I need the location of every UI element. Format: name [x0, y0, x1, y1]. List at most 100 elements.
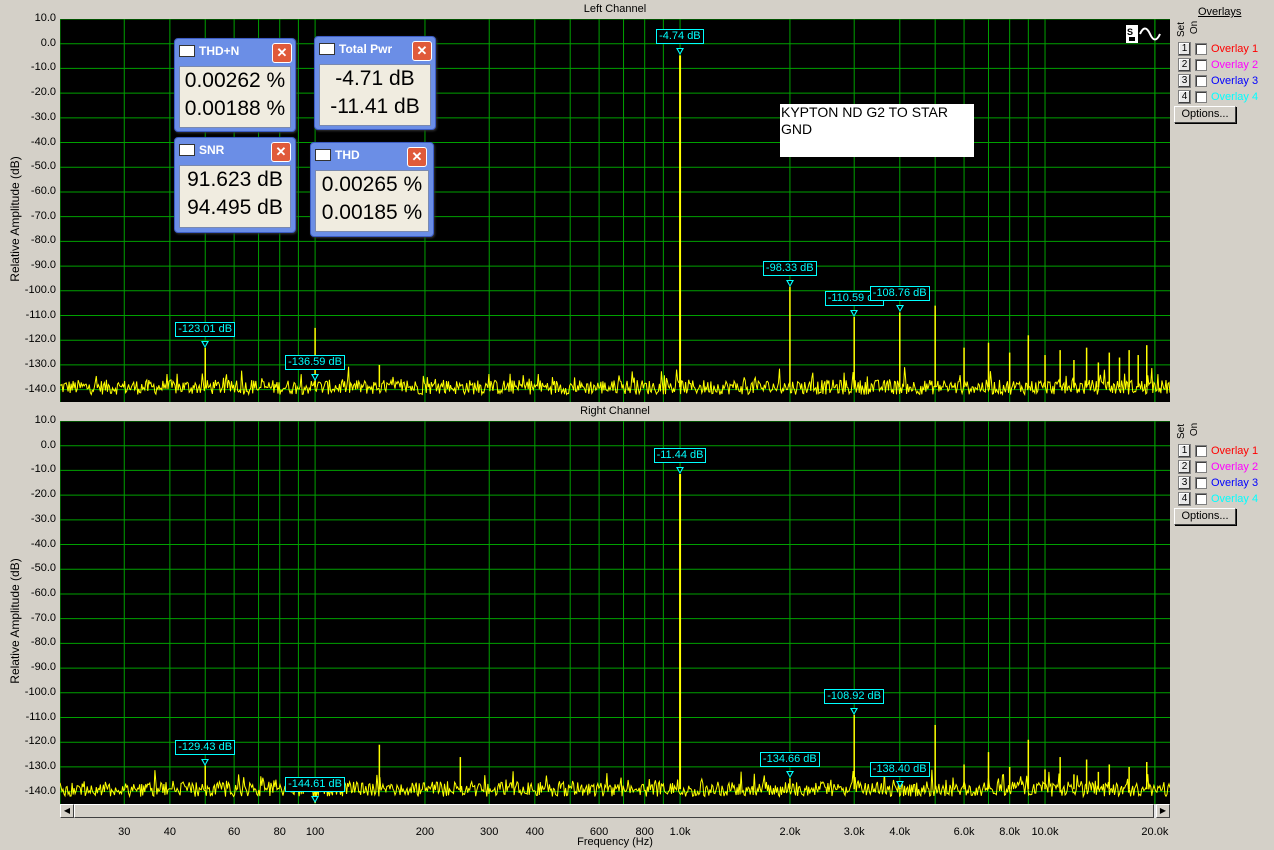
thdn-value-left: 0.00262 % — [184, 69, 286, 92]
snr-meter-values: 91.623 dB 94.495 dB — [179, 165, 291, 228]
marker-label[interactable]: -11.44 dB — [653, 447, 707, 463]
horizontal-scrollbar[interactable]: ◀ ▶ — [60, 804, 1170, 818]
y-tick-label: -130.0 — [24, 759, 56, 772]
overlay-set-button[interactable]: 4 — [1178, 491, 1191, 506]
right-channel-title: Right Channel — [580, 405, 650, 417]
close-icon[interactable]: ✕ — [407, 147, 427, 167]
overlay-set-button[interactable]: 3 — [1178, 73, 1191, 88]
y-tick-label: -10.0 — [30, 463, 56, 476]
scroll-thumb[interactable] — [74, 804, 1154, 818]
marker-label[interactable]: -98.33 dB — [762, 260, 817, 276]
thdn-meter-header: THD+N — [179, 44, 239, 58]
y-tick-label: -120.0 — [24, 735, 56, 748]
total-pwr-meter-title: Total Pwr — [339, 42, 393, 56]
overlay-row-2[interactable]: 2 Overlay 2 — [1178, 57, 1258, 72]
marker-icon[interactable] — [201, 340, 210, 348]
annotation-note[interactable]: KYPTON ND G2 TO STAR GND — [780, 104, 974, 157]
y-tick-label: -50.0 — [30, 160, 56, 173]
options-button[interactable]: Options... — [1174, 508, 1236, 525]
marker-icon[interactable] — [311, 796, 320, 804]
overlay-row-1[interactable]: 1 Overlay 1 — [1178, 41, 1258, 56]
top-overlays-panel: Overlays Set On 1 Overlay 1 2 Overlay 2 3 O… — [1174, 0, 1274, 130]
y-tick-label: -20.0 — [30, 86, 56, 99]
y-tick-label: -100.0 — [24, 283, 56, 296]
overlay-row-4[interactable]: 4 Overlay 4 — [1178, 89, 1258, 104]
overlay-row-4[interactable]: 4 Overlay 4 — [1178, 491, 1258, 506]
overlay-set-button[interactable]: 1 — [1178, 443, 1191, 458]
close-icon[interactable]: ✕ — [272, 43, 292, 63]
thd-meter[interactable]: THD ✕ 0.00265 % 0.00185 % — [310, 142, 434, 237]
marker-label[interactable]: -129.43 dB — [175, 739, 236, 755]
marker-icon[interactable] — [201, 758, 210, 766]
y-tick-label: -30.0 — [30, 110, 56, 123]
thd-value-left: 0.00265 % — [321, 173, 423, 196]
set-column-label: Set — [1176, 21, 1188, 38]
marker-icon[interactable] — [850, 707, 859, 715]
overlay-checkbox[interactable] — [1195, 74, 1207, 87]
noise-floor-trace — [60, 366, 1170, 397]
marker-label[interactable]: -108.76 dB — [869, 286, 930, 302]
left-channel-title: Left Channel — [583, 3, 647, 15]
options-button[interactable]: Options... — [1174, 106, 1236, 123]
meter-icon — [179, 45, 195, 57]
y-tick-label: 10.0 — [34, 414, 56, 426]
total-pwr-meter[interactable]: Total Pwr ✕ -4.71 dB -11.41 dB — [314, 36, 436, 130]
overlay-label: Overlay 3 — [1211, 74, 1259, 87]
right-channel-plot[interactable]: -11.44 dB -108.92 dB -134.66 dB -138.40 dB -… — [60, 421, 1170, 804]
marker-icon[interactable] — [895, 780, 904, 788]
marker-label[interactable]: -144.61 dB — [285, 777, 345, 793]
y-tick-label: -90.0 — [30, 661, 56, 674]
overlay-label: Overlay 4 — [1211, 90, 1259, 103]
y-tick-label: -20.0 — [30, 488, 56, 501]
overlay-set-button[interactable]: 4 — [1178, 89, 1191, 104]
close-icon[interactable]: ✕ — [271, 142, 291, 162]
y-tick-label: -50.0 — [30, 562, 56, 575]
marker-icon[interactable] — [676, 466, 685, 474]
on-column-label: On — [1189, 20, 1201, 35]
overlay-checkbox[interactable] — [1195, 476, 1207, 489]
overlay-set-button[interactable]: 2 — [1178, 57, 1191, 72]
thdn-meter[interactable]: THD+N ✕ 0.00262 % 0.00188 % — [174, 38, 296, 132]
overlay-checkbox[interactable] — [1195, 58, 1207, 71]
overlay-checkbox[interactable] — [1195, 42, 1207, 55]
overlay-row-1[interactable]: 1 Overlay 1 — [1178, 443, 1258, 458]
overlay-checkbox[interactable] — [1195, 492, 1207, 505]
marker-icon[interactable] — [676, 48, 685, 56]
marker-label[interactable]: -134.66 dB — [759, 752, 820, 768]
y-tick-label: -110.0 — [25, 710, 56, 723]
total-pwr-meter-values: -4.71 dB -11.41 dB — [319, 64, 431, 126]
on-column-label: On — [1189, 422, 1201, 437]
marker-label[interactable]: -108.92 dB — [824, 688, 885, 704]
marker-icon[interactable] — [785, 279, 794, 287]
signal-generator-icon[interactable]: S — [1124, 23, 1164, 45]
overlay-label: Overlay 4 — [1211, 492, 1259, 505]
overlay-set-button[interactable]: 2 — [1178, 459, 1191, 474]
overlay-row-2[interactable]: 2 Overlay 2 — [1178, 459, 1258, 474]
bottom-overlays-panel: Set On 1 Overlay 1 2 Overlay 2 3 Overlay 3 … — [1174, 410, 1274, 530]
marker-label[interactable]: -123.01 dB — [175, 321, 236, 337]
marker-icon[interactable] — [311, 374, 320, 382]
thdn-value-right: 0.00188 % — [184, 97, 286, 120]
marker-label[interactable]: -136.59 dB — [285, 355, 345, 371]
marker-label[interactable]: -138.40 dB — [869, 761, 930, 777]
overlay-checkbox[interactable] — [1195, 90, 1207, 103]
thd-meter-values: 0.00265 % 0.00185 % — [315, 170, 429, 232]
close-icon[interactable]: ✕ — [412, 41, 432, 61]
marker-icon[interactable] — [895, 305, 904, 313]
overlay-checkbox[interactable] — [1195, 444, 1207, 457]
overlay-row-3[interactable]: 3 Overlay 3 — [1178, 73, 1258, 88]
thdn-meter-title: THD+N — [199, 44, 240, 58]
snr-meter[interactable]: SNR ✕ 91.623 dB 94.495 dB — [174, 137, 296, 233]
marker-icon[interactable] — [785, 771, 794, 779]
marker-label[interactable]: -4.74 dB — [656, 29, 704, 45]
overlay-set-button[interactable]: 3 — [1178, 475, 1191, 490]
scroll-left-button[interactable]: ◀ — [60, 804, 74, 818]
marker-icon[interactable] — [850, 309, 859, 317]
y-tick-label: -40.0 — [30, 135, 56, 148]
overlay-row-3[interactable]: 3 Overlay 3 — [1178, 475, 1258, 490]
y-tick-label: -90.0 — [30, 259, 56, 272]
overlay-set-button[interactable]: 1 — [1178, 41, 1191, 56]
overlay-checkbox[interactable] — [1195, 460, 1207, 473]
scroll-right-button[interactable]: ▶ — [1156, 804, 1170, 818]
overlay-label: Overlay 1 — [1211, 444, 1259, 457]
